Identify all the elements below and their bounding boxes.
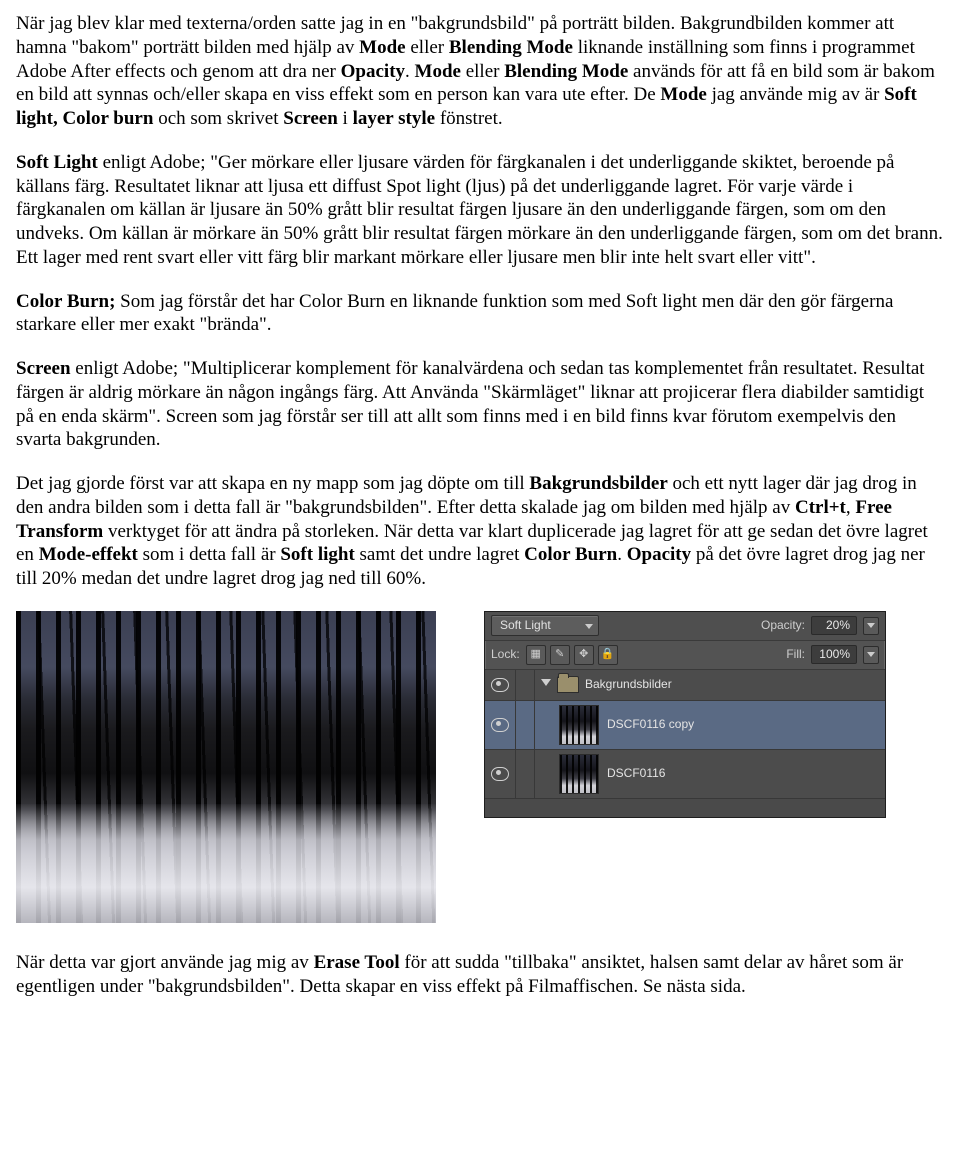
text: Som jag förstår det har Color Burn en li… <box>16 291 893 336</box>
layer-name: DSCF0116 copy <box>607 717 694 732</box>
text: i <box>338 108 353 129</box>
photoshop-layers-panel: Soft Light Opacity: 20% Lock: ▦ ✎ ✥ 🔒 Fi… <box>484 611 886 818</box>
bold: Soft light <box>280 544 354 565</box>
text: som i detta fall är <box>138 544 280 565</box>
text: samt det undre lagret <box>355 544 524 565</box>
layer-row-selected[interactable]: DSCF0116 copy <box>485 701 885 750</box>
layer-thumbnail[interactable] <box>559 754 599 794</box>
bold: Bakgrundsbilder <box>529 473 667 494</box>
opacity-dropdown-icon[interactable] <box>863 617 879 635</box>
layer-row[interactable]: DSCF0116 <box>485 750 885 799</box>
bold: Blending Mode <box>504 61 628 82</box>
lock-position-icon[interactable]: ✥ <box>574 645 594 665</box>
text: enligt Adobe; "Ger mörkare eller ljusare… <box>16 152 943 268</box>
text: och som skrivet <box>153 108 283 129</box>
visibility-eye-icon[interactable] <box>491 718 509 732</box>
bold: Soft Light <box>16 152 98 173</box>
lock-fill-row: Lock: ▦ ✎ ✥ 🔒 Fill: 100% <box>485 641 885 670</box>
lock-all-icon[interactable]: 🔒 <box>598 645 618 665</box>
fill-value[interactable]: 100% <box>811 645 857 664</box>
bold: Mode-effekt <box>39 544 138 565</box>
opacity-label: Opacity: <box>761 618 805 633</box>
lock-label: Lock: <box>491 647 520 662</box>
bold: Screen <box>16 358 71 379</box>
lock-transparency-icon[interactable]: ▦ <box>526 645 546 665</box>
text: eller <box>406 37 449 58</box>
layer-thumbnail[interactable] <box>559 705 599 745</box>
bold: Blending Mode <box>449 37 573 58</box>
fill-label: Fill: <box>786 647 805 662</box>
paragraph-4: Screen enligt Adobe; "Multiplicerar komp… <box>16 357 944 452</box>
opacity-value[interactable]: 20% <box>811 616 857 635</box>
blend-mode-dropdown[interactable]: Soft Light <box>491 615 599 636</box>
paragraph-5: Det jag gjorde först var att skapa en ny… <box>16 472 944 591</box>
text: fönstret. <box>435 108 503 129</box>
text: jag använde mig av är <box>707 84 884 105</box>
paragraph-3: Color Burn; Som jag förstår det har Colo… <box>16 290 944 338</box>
blend-opacity-row: Soft Light Opacity: 20% <box>485 612 885 641</box>
layers-empty-area <box>485 799 885 817</box>
bold: Color Burn <box>524 544 617 565</box>
text: , <box>846 497 856 518</box>
bold: Opacity <box>627 544 691 565</box>
layers-list: Bakgrundsbilder DSCF0116 copy DSCF0116 <box>485 670 885 817</box>
bold: Color Burn; <box>16 291 115 312</box>
bold: Ctrl+t <box>795 497 846 518</box>
text: eller <box>461 61 504 82</box>
text: . <box>617 544 627 565</box>
bold: Opacity <box>341 61 405 82</box>
visibility-eye-icon[interactable] <box>491 767 509 781</box>
fill-dropdown-icon[interactable] <box>863 646 879 664</box>
paragraph-2: Soft Light enligt Adobe; "Ger mörkare el… <box>16 151 944 270</box>
lock-icons-group: ▦ ✎ ✥ 🔒 <box>526 645 618 665</box>
text: . <box>405 61 415 82</box>
text: enligt Adobe; "Multiplicerar komplement … <box>16 358 925 450</box>
bold: Mode <box>359 37 405 58</box>
bold: Mode <box>415 61 461 82</box>
layer-folder-row[interactable]: Bakgrundsbilder <box>485 670 885 701</box>
paragraph-1: När jag blev klar med texterna/orden sat… <box>16 12 944 131</box>
image-row: Soft Light Opacity: 20% Lock: ▦ ✎ ✥ 🔒 Fi… <box>16 611 944 923</box>
forest-photo <box>16 611 436 923</box>
bold: layer style <box>353 108 436 129</box>
text: När detta var gjort använde jag mig av <box>16 952 314 973</box>
folder-name: Bakgrundsbilder <box>585 677 672 692</box>
blend-mode-value: Soft Light <box>500 618 551 632</box>
bold: Erase Tool <box>314 952 400 973</box>
folder-toggle-icon[interactable] <box>541 679 553 691</box>
folder-icon <box>557 676 579 693</box>
bold: Screen <box>283 108 338 129</box>
lock-pixels-icon[interactable]: ✎ <box>550 645 570 665</box>
paragraph-6: När detta var gjort använde jag mig av E… <box>16 951 944 999</box>
layer-name: DSCF0116 <box>607 766 665 781</box>
visibility-eye-icon[interactable] <box>491 678 509 692</box>
text: Det jag gjorde först var att skapa en ny… <box>16 473 529 494</box>
bold: Mode <box>660 84 706 105</box>
